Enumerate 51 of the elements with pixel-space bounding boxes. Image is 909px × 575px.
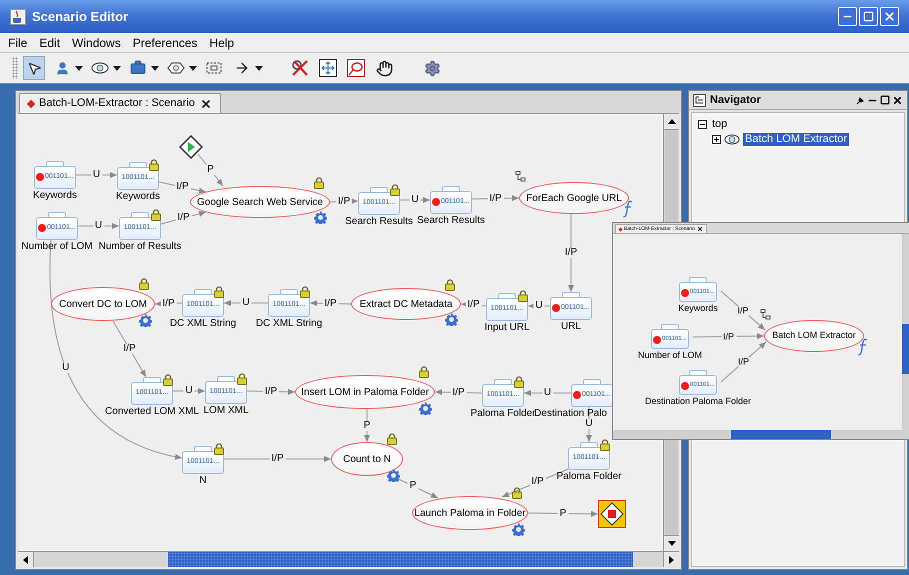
node-label: URL [561, 322, 581, 332]
connector-label: I/P [160, 298, 177, 308]
node-label: LOM XML [204, 406, 248, 416]
node-label: Paloma Folder [556, 472, 622, 482]
node-label: Number of Results [98, 242, 182, 252]
connector-label: I/P [174, 182, 191, 192]
connector-label: I/P [465, 300, 482, 310]
node-label: Keywords [678, 304, 718, 313]
connector-label: I/P [721, 332, 736, 341]
connector-label: I/P [336, 196, 352, 206]
connector-label: I/P [736, 306, 750, 315]
panel-title: Navigator [710, 92, 761, 108]
node-label: Search Results [345, 217, 413, 227]
connector-label: U [542, 388, 554, 398]
connector-label: I/P [529, 477, 546, 487]
node-label: Paloma Folder [470, 409, 536, 419]
connector-label: I/P [175, 213, 192, 223]
connector-label: U [92, 221, 104, 231]
node-label: DC XML String [170, 319, 236, 329]
connector-label: U [183, 386, 195, 396]
node-label: Keywords [33, 191, 77, 201]
connector-label: I/P [269, 454, 286, 464]
node-label: Destination Palo [534, 409, 607, 419]
connector-label: I/P [262, 386, 280, 396]
node-label: DC XML String [256, 319, 322, 329]
node-label: Number of LOM [638, 351, 702, 360]
tab-title: Batch-LOM-Extractor : Scenario [39, 98, 195, 109]
connector-label: I/P [450, 388, 467, 398]
node-label: Number of LOM [21, 242, 93, 252]
connector-label: P [205, 165, 216, 175]
node-label: Search Results [417, 216, 485, 226]
connector-label: P [362, 420, 372, 430]
connector-label: U [583, 419, 595, 429]
node-label: Destination Paloma Folder [644, 397, 752, 406]
connector-label: I/P [121, 344, 138, 354]
connector-label: P [558, 508, 568, 518]
node-label: Keywords [116, 192, 160, 202]
connector-label: U [533, 301, 545, 311]
connector-label: U [240, 298, 252, 308]
connector-label: U [90, 170, 102, 180]
window-title: Scenario Editor [32, 8, 128, 26]
connector-label: U [60, 362, 72, 373]
connector-label: I/P [736, 358, 751, 366]
connector-label: I/P [562, 248, 580, 258]
node-label: Converted LOM XML [105, 407, 199, 417]
connector-label: P [408, 481, 418, 491]
connector-label: I/P [487, 194, 504, 204]
connector-label: I/P [322, 298, 339, 308]
node-label: Input URL [484, 323, 530, 333]
node-label: N [199, 476, 207, 486]
connector-label: U [409, 195, 421, 205]
